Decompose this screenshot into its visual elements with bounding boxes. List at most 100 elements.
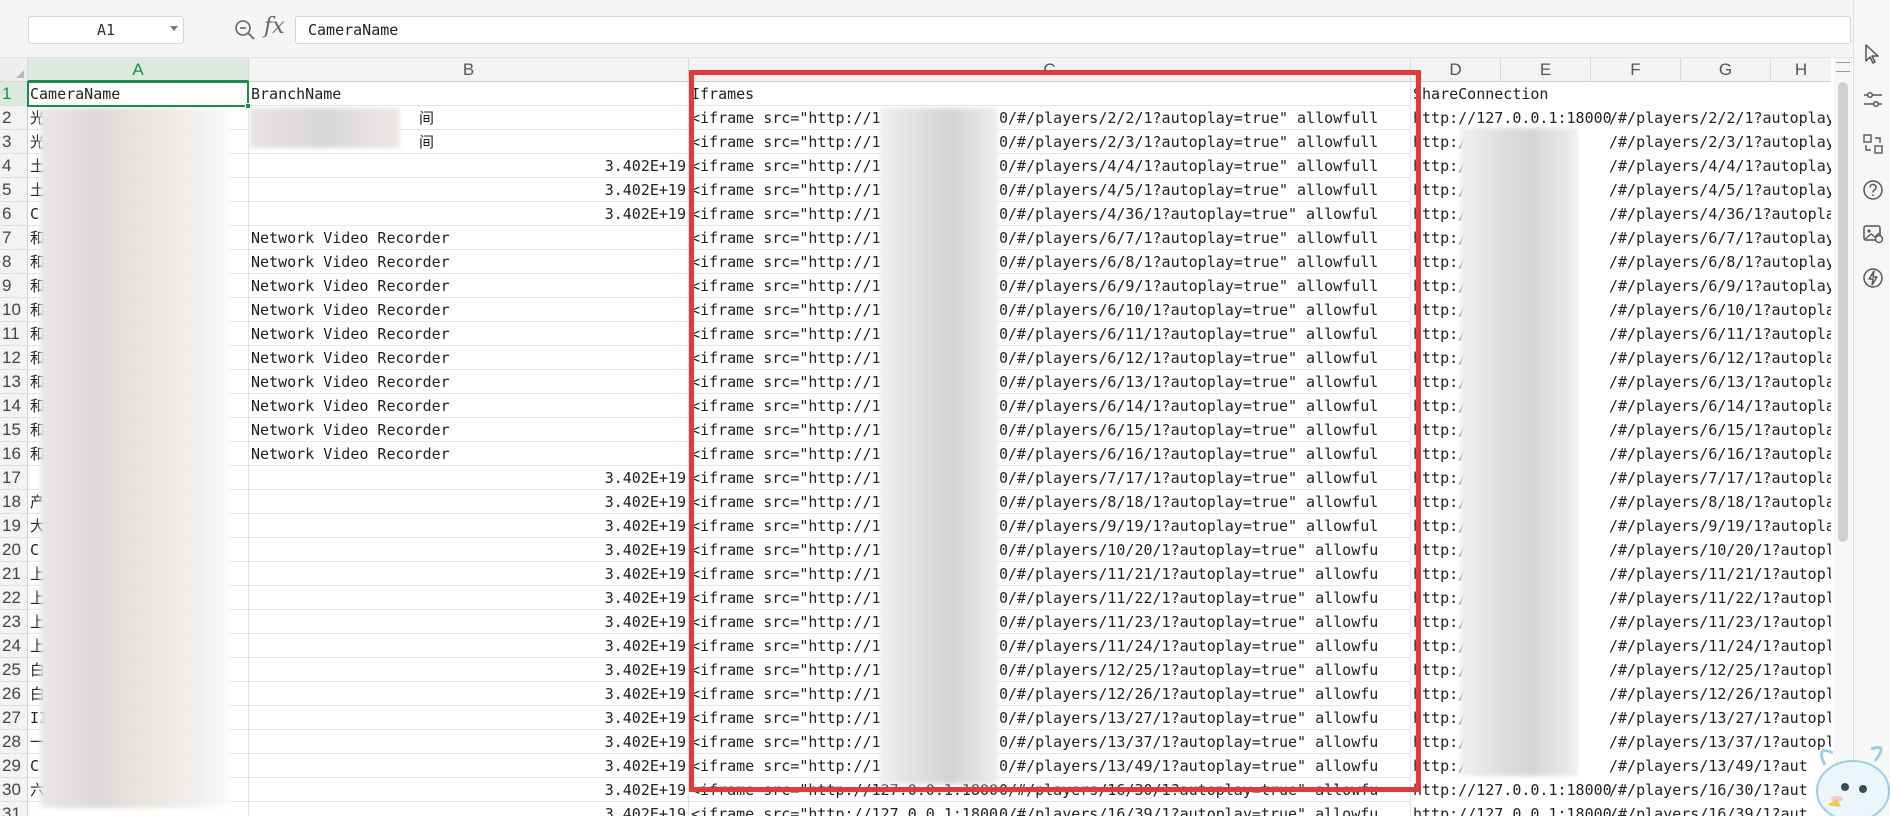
cell-d[interactable]: http://13 /#/players/7/17/1?autoplay=t — [1411, 466, 1831, 490]
cell-a[interactable]: 土 — [28, 178, 249, 202]
cell-a[interactable] — [28, 802, 249, 816]
cell-d1[interactable]: ShareConnection — [1411, 82, 1831, 106]
cell-b[interactable]: Network Video Recorder — [249, 370, 689, 394]
cell-d[interactable]: http://13 /#/players/6/14/1?autoplay=t — [1411, 394, 1831, 418]
row-header-8[interactable]: 8 — [0, 250, 27, 274]
cell-b[interactable]: 3.402E+19 — [249, 754, 689, 778]
cell-d[interactable]: http://13 /#/players/6/15/1?autoplay=t — [1411, 418, 1831, 442]
cell-d[interactable]: http://13 /#/players/6/10/1?autoplay=t — [1411, 298, 1831, 322]
row-header-29[interactable]: 29 — [0, 754, 27, 778]
cell-b[interactable]: 3.402E+19 — [249, 802, 689, 816]
cell-b[interactable]: Network Video Recorder — [249, 226, 689, 250]
cell-b[interactable]: 3.402E+19 — [249, 586, 689, 610]
cell-d[interactable]: http://127.0.0.1:18000/#/players/16/39/1… — [1411, 802, 1831, 816]
row-header-27[interactable]: 27 — [0, 706, 27, 730]
column-header-b[interactable]: B — [249, 58, 689, 82]
cell-a[interactable]: 光 — [28, 130, 249, 154]
cell-d[interactable]: http://13 /#/players/6/13/1?autoplay=t — [1411, 370, 1831, 394]
row-header-21[interactable]: 21 — [0, 562, 27, 586]
row-header-9[interactable]: 9 — [0, 274, 27, 298]
cell-a[interactable] — [28, 466, 249, 490]
zoom-icon[interactable] — [233, 18, 257, 42]
row-header-15[interactable]: 15 — [0, 418, 27, 442]
cell-b[interactable]: Network Video Recorder — [249, 274, 689, 298]
cell-d[interactable]: http://13 /#/players/11/24/1?autoplay= — [1411, 634, 1831, 658]
cell-d[interactable]: http://13 /#/players/4/36/1?autoplay=t — [1411, 202, 1831, 226]
row-header-12[interactable]: 12 — [0, 346, 27, 370]
row-header-20[interactable]: 20 — [0, 538, 27, 562]
cell-a[interactable]: 和 — [28, 394, 249, 418]
cell-b[interactable]: 间 — [249, 106, 689, 130]
cell-b[interactable]: Network Video Recorder — [249, 322, 689, 346]
row-header-6[interactable]: 6 — [0, 202, 27, 226]
cell-b[interactable]: 3.402E+19 — [249, 610, 689, 634]
cell-d[interactable]: http://13 /#/players/6/7/1?autoplay=tr — [1411, 226, 1831, 250]
cell-b[interactable]: 间 — [249, 130, 689, 154]
column-header-g[interactable]: G — [1681, 58, 1771, 82]
cell-b[interactable]: 3.402E+19 — [249, 730, 689, 754]
row-header-7[interactable]: 7 — [0, 226, 27, 250]
column-header-h[interactable]: H — [1771, 58, 1831, 82]
row-header-4[interactable]: 4 — [0, 154, 27, 178]
cell-a[interactable]: II — [28, 706, 249, 730]
cell-d[interactable]: http://13 /#/players/13/49/1?aut — [1411, 754, 1831, 778]
cell-b[interactable]: 3.402E+19 — [249, 514, 689, 538]
cell-a[interactable]: 白 — [28, 682, 249, 706]
cell-b[interactable]: 3.402E+19 — [249, 682, 689, 706]
cell-d[interactable]: http://13 /#/players/6/8/1?autoplay=tr — [1411, 250, 1831, 274]
row-header-28[interactable]: 28 — [0, 730, 27, 754]
cell-a[interactable]: 和 — [28, 370, 249, 394]
row-header-26[interactable]: 26 — [0, 682, 27, 706]
row-header-19[interactable]: 19 — [0, 514, 27, 538]
cell-d[interactable]: http://13 /#/players/13/37/1?autoplay= — [1411, 730, 1831, 754]
cell-d[interactable]: http://13 /#/players/4/5/1?autoplay=tr — [1411, 178, 1831, 202]
cell-d[interactable]: http://127.0.0.1:18000/#/players/16/30/1… — [1411, 778, 1831, 802]
cell-b[interactable]: Network Video Recorder — [249, 418, 689, 442]
row-header-11[interactable]: 11 — [0, 322, 27, 346]
help-icon[interactable] — [1861, 178, 1885, 202]
column-header-a[interactable]: A — [28, 58, 249, 82]
cell-b[interactable]: Network Video Recorder — [249, 298, 689, 322]
vertical-scrollbar[interactable] — [1834, 58, 1852, 816]
cell-b[interactable]: 3.402E+19 — [249, 538, 689, 562]
cell-b[interactable]: 3.402E+19 — [249, 178, 689, 202]
cell-b1[interactable]: BranchName — [249, 82, 689, 106]
cell-b[interactable]: Network Video Recorder — [249, 250, 689, 274]
scrollbar-thumb[interactable] — [1838, 82, 1848, 542]
column-header-d[interactable]: D — [1411, 58, 1501, 82]
cell-d[interactable]: http://13 /#/players/12/26/1?autoplay= — [1411, 682, 1831, 706]
cell-d[interactable]: http://13 /#/players/6/16/1?autoplay=t — [1411, 442, 1831, 466]
cell-a[interactable]: 土 — [28, 154, 249, 178]
row-header-2[interactable]: 2 — [0, 106, 27, 130]
image-tool-icon[interactable] — [1861, 222, 1885, 246]
cell-b[interactable]: 3.402E+19 — [249, 202, 689, 226]
cell-a[interactable]: 产 — [28, 490, 249, 514]
row-header-18[interactable]: 18 — [0, 490, 27, 514]
row-header-13[interactable]: 13 — [0, 370, 27, 394]
cell-b[interactable]: 3.402E+19 — [249, 658, 689, 682]
cell-d[interactable]: http://13 /#/players/12/25/1?autoplay= — [1411, 658, 1831, 682]
cell-c[interactable]: <iframe src="http://127.0.0.1:1800 0/#/pl… — [689, 802, 1411, 816]
cell-d[interactable]: http://13 /#/players/13/27/1?autoplay= — [1411, 706, 1831, 730]
cell-a[interactable]: 六 — [28, 778, 249, 802]
row-header-25[interactable]: 25 — [0, 658, 27, 682]
cell-a[interactable]: 上 — [28, 610, 249, 634]
cell-a[interactable]: 上 — [28, 562, 249, 586]
cell-a[interactable]: 和 — [28, 274, 249, 298]
row-header-22[interactable]: 22 — [0, 586, 27, 610]
cell-d[interactable]: http://13 /#/players/10/20/1?autoplay= — [1411, 538, 1831, 562]
cell-d[interactable]: http://13 /#/players/6/9/1?autoplay=tr — [1411, 274, 1831, 298]
cell-b[interactable]: 3.402E+19 — [249, 706, 689, 730]
settings-sliders-icon[interactable] — [1861, 88, 1885, 112]
cell-d[interactable]: http://13 /#/players/6/12/1?autoplay=t — [1411, 346, 1831, 370]
name-box[interactable]: A1 — [28, 16, 184, 44]
row-header-30[interactable]: 30 — [0, 778, 27, 802]
cell-d[interactable]: http://13 /#/players/11/23/1?autoplay= — [1411, 610, 1831, 634]
column-header-f[interactable]: F — [1591, 58, 1681, 82]
lightning-icon[interactable] — [1861, 266, 1885, 290]
row-header-17[interactable]: 17 — [0, 466, 27, 490]
cell-a[interactable]: C — [28, 754, 249, 778]
cell-a[interactable]: 和 — [28, 250, 249, 274]
cell-a[interactable]: 和 — [28, 322, 249, 346]
row-header-16[interactable]: 16 — [0, 442, 27, 466]
